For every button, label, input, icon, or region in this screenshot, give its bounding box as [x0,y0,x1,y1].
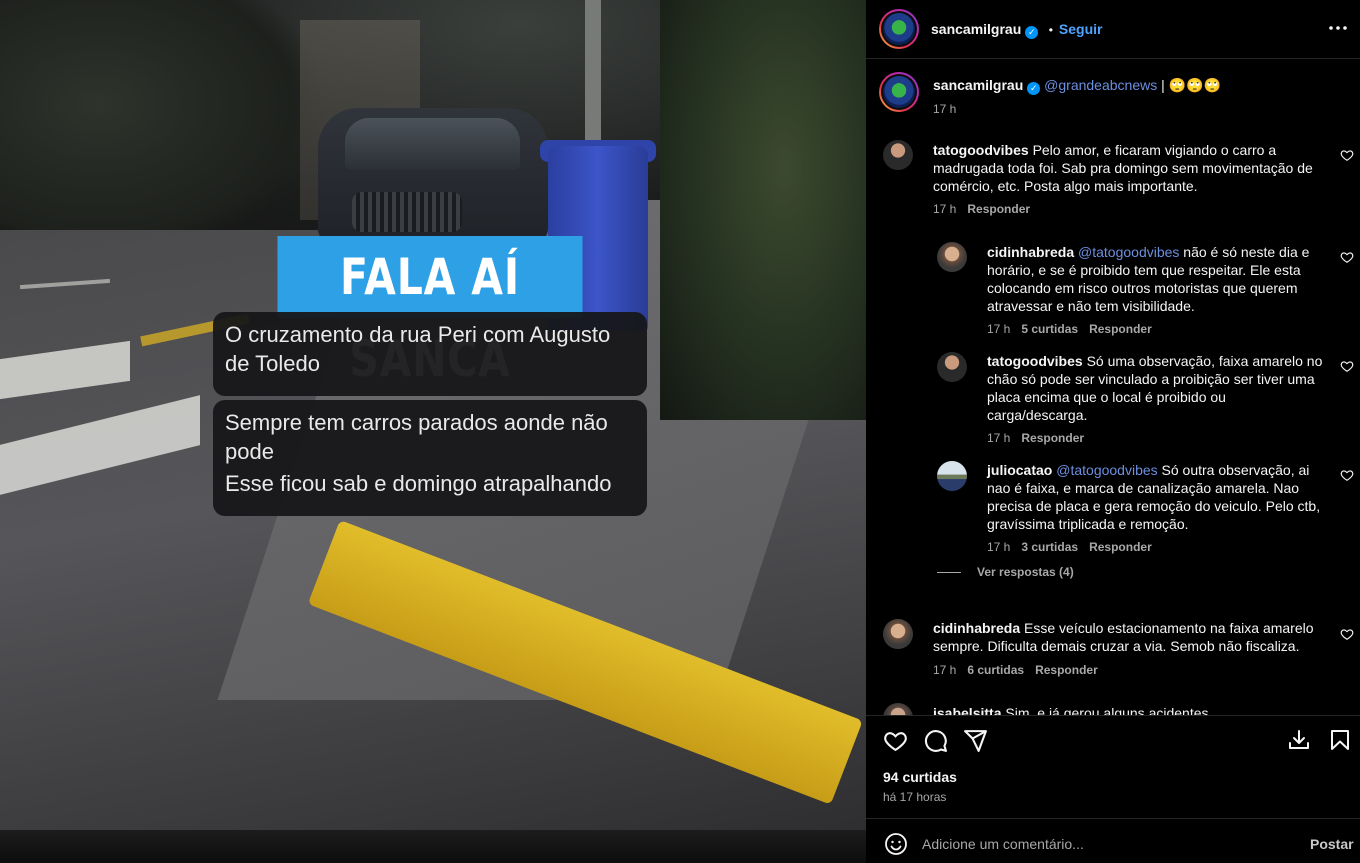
comment-meta: 17 h Responder [933,202,1041,216]
commenter-avatar[interactable] [937,352,967,382]
caption-mention[interactable]: @grandeabcnews [1044,77,1157,93]
reply-button[interactable]: Responder [1021,431,1084,445]
actions-divider [866,715,1360,716]
reply-time: 17 h [987,540,1011,554]
author-username[interactable]: sancamilgrau [931,21,1021,37]
reply: cidinhabreda @tatogoodvibes não é só nes… [987,243,1323,315]
post-comment-button[interactable]: Postar [1310,836,1354,852]
comment-text: Sim, e já gerou alguns acidentes [1005,705,1209,715]
story-message-text: Sempre tem carros parados aonde não pode [225,410,608,464]
caption: sancamilgrau ✓ @grandeabcnews | 🙄🙄🙄 [933,76,1333,95]
light-pole [585,0,601,150]
caption-time: 17 h [933,102,957,116]
reply-mention[interactable]: @tatogoodvibes [1056,462,1157,478]
commenter-avatar[interactable] [937,242,967,272]
view-replies-label: Ver respostas (4) [977,565,1074,579]
reply-time: 17 h [987,431,1011,445]
comment-time: 17 h [933,663,957,677]
story-message-bubble: O cruzamento da rua Peri com Augusto de … [213,312,647,396]
reply-time: 17 h [987,322,1011,336]
add-comment-divider [866,818,1360,819]
comment-icon[interactable] [923,728,948,753]
trees-right [660,0,866,420]
post-panel: sancamilgrau ✓ • Seguir sancamilgrau ✓ @gra… [866,0,1360,863]
post-header: sancamilgrau ✓ • Seguir [931,20,1103,39]
reply-likes[interactable]: 5 curtidas [1021,322,1078,336]
story-title: FALA AÍ SANCA [277,236,583,388]
reply-username[interactable]: juliocatao [987,462,1052,478]
comment: tatogoodvibes Pelo amor, e ficaram vigia… [933,141,1325,195]
comment-username[interactable]: cidinhabreda [933,620,1020,636]
comment-like-heart-icon[interactable] [1340,468,1354,482]
heart-icon[interactable] [883,728,908,753]
comment: cidinhabreda Esse veículo estacionamento… [933,619,1325,655]
reply-mention[interactable]: @tatogoodvibes [1078,244,1179,260]
comment-likes[interactable]: 6 curtidas [967,663,1024,677]
post-time[interactable]: há 17 horas [883,790,946,804]
add-comment-input[interactable] [922,832,1292,856]
comment-username[interactable]: isabelsitta [933,705,1001,715]
caption-text: | 🙄🙄🙄 [1157,77,1221,93]
download-icon[interactable] [1287,728,1311,752]
commenter-avatar[interactable] [883,140,913,170]
more-horizontal-icon[interactable] [1328,20,1348,36]
reply-likes[interactable]: 3 curtidas [1021,540,1078,554]
reply: juliocatao @tatogoodvibes Só outra obser… [987,461,1323,533]
reply-username[interactable]: cidinhabreda [987,244,1074,260]
author-avatar[interactable] [879,9,919,49]
reply-button[interactable]: Responder [1089,322,1152,336]
caption-username[interactable]: sancamilgrau [933,77,1023,93]
emoji-icon[interactable] [884,832,908,856]
story-message-text: O cruzamento da rua Peri com Augusto de … [225,322,611,376]
car-windshield [345,118,520,170]
view-replies-button[interactable]: Ver respostas (4) [937,564,1074,580]
reply-button[interactable]: Responder [1035,663,1098,677]
comment-like-heart-icon[interactable] [1340,148,1354,162]
comment-username[interactable]: tatogoodvibes [933,142,1029,158]
comment-like-heart-icon[interactable] [1340,627,1354,641]
car-dashboard [0,830,866,863]
likes-count[interactable]: 94 curtidas [883,769,957,785]
trees-left [0,0,330,260]
comments-scroll-area[interactable]: sancamilgrau ✓ @grandeabcnews | 🙄🙄🙄 17 h … [866,59,1360,715]
reply-username[interactable]: tatogoodvibes [987,353,1083,369]
comment: isabelsitta Sim, e já gerou alguns acide… [933,704,1325,715]
reply-meta: 17 h 5 curtidas Responder [987,322,1163,336]
reply: tatogoodvibes Só uma observação, faixa a… [987,352,1323,424]
verified-badge-icon: ✓ [1025,26,1039,39]
header-separator: • [1048,23,1053,37]
sancamilgrau-logo [883,13,915,45]
commenter-avatar[interactable] [883,619,913,649]
comment-time: 17 h [933,202,957,216]
verified-badge-icon: ✓ [1027,82,1041,95]
comment-like-heart-icon[interactable] [1340,359,1354,373]
car-grille [352,192,462,232]
story-message-text: Esse ficou sab e domingo atrapalhando [225,471,612,496]
follow-button[interactable]: Seguir [1059,21,1103,37]
comment-like-heart-icon[interactable] [1340,250,1354,264]
reply-button[interactable]: Responder [1089,540,1152,554]
reply-meta: 17 h Responder [987,431,1095,445]
caption-author-avatar[interactable] [879,72,919,112]
commenter-avatar[interactable] [883,703,913,715]
reply-meta: 17 h 3 curtidas Responder [987,540,1163,554]
post-media[interactable]: FALA AÍ SANCA O cruzamento da rua Peri c… [0,0,866,863]
commenter-avatar[interactable] [937,461,967,491]
bookmark-icon[interactable] [1328,728,1352,752]
reply-button[interactable]: Responder [967,202,1030,216]
story-message-bubble: Sempre tem carros parados aonde não pode… [213,400,647,516]
share-icon[interactable] [963,728,988,753]
view-replies-line [937,572,961,574]
comment-meta: 17 h 6 curtidas Responder [933,663,1109,677]
sancamilgrau-logo [883,76,915,108]
